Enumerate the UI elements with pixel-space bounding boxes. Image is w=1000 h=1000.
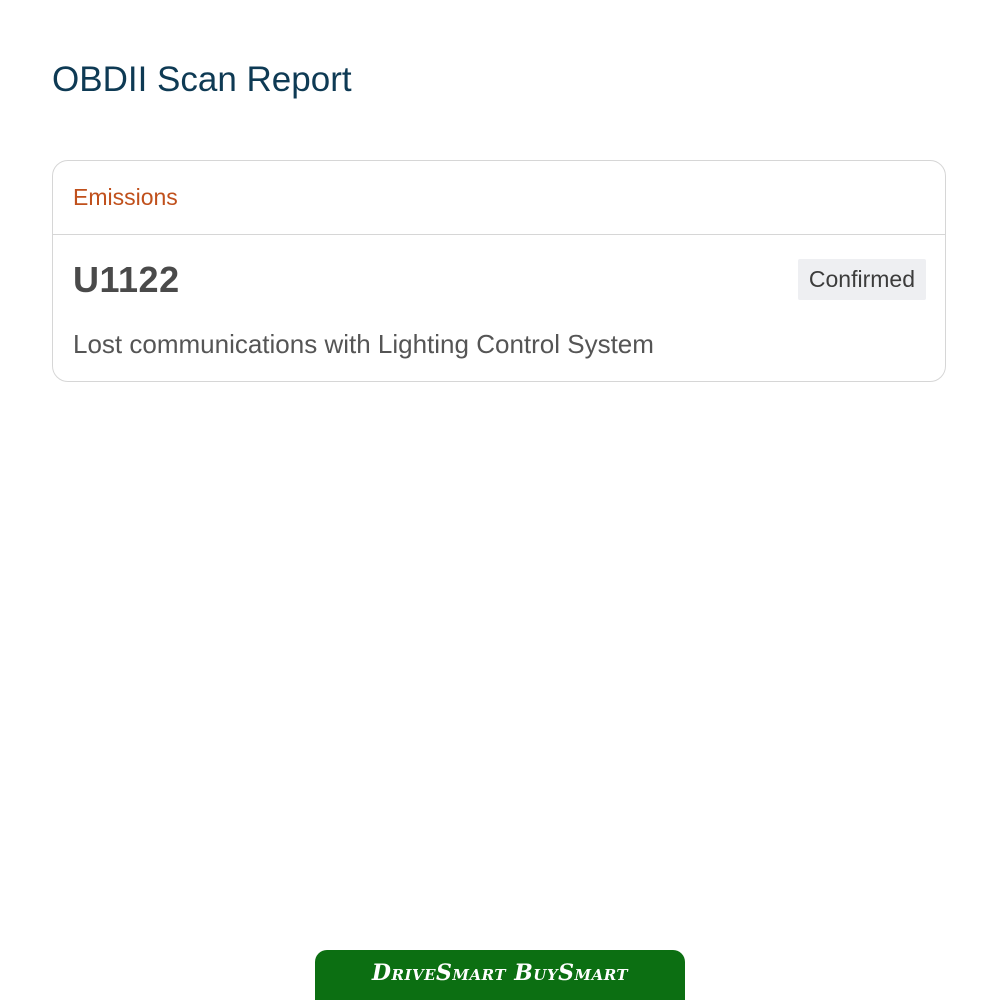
dtc-code: U1122	[73, 259, 180, 300]
dtc-card: Emissions U1122 Confirmed Lost communica…	[52, 160, 946, 382]
card-header: Emissions	[53, 161, 945, 235]
page-title: OBDII Scan Report	[52, 60, 352, 99]
card-body: U1122 Confirmed Lost communications with…	[53, 235, 945, 381]
dtc-description: Lost communications with Lighting Contro…	[73, 329, 654, 359]
section-label: Emissions	[73, 184, 178, 210]
footer-banner[interactable]: DriveSmart BuySmart	[315, 950, 685, 1000]
scan-report-page: OBDII Scan Report Emissions U1122 Confir…	[0, 0, 1000, 1000]
drivesmart-logo: DriveSmart BuySmart	[371, 960, 629, 986]
status-badge: Confirmed	[797, 259, 926, 300]
